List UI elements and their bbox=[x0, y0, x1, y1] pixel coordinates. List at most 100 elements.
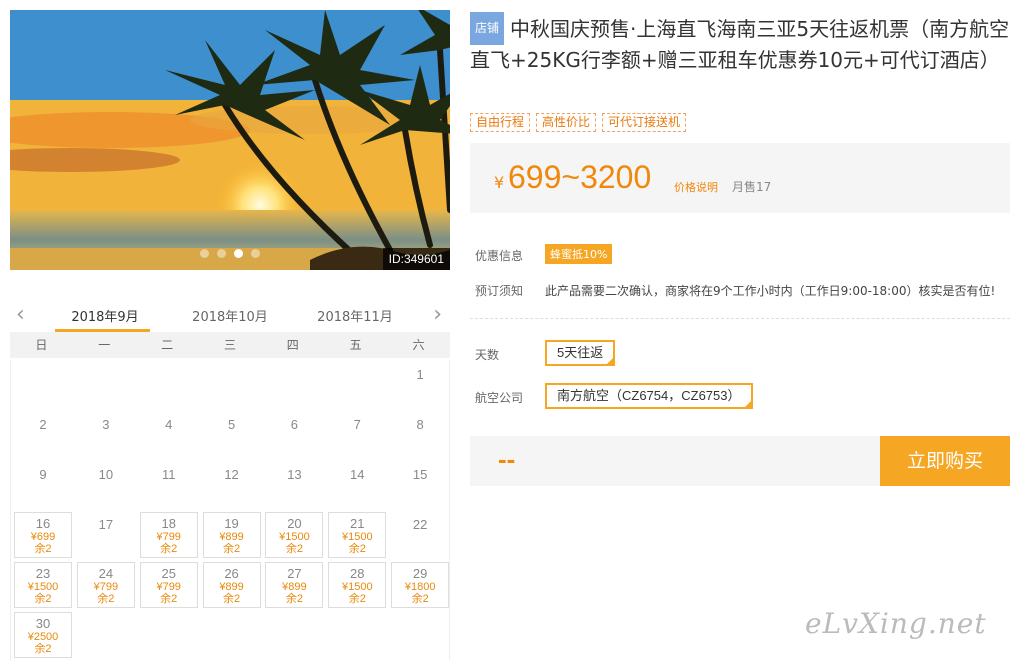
weekday-label: 五 bbox=[349, 338, 362, 352]
calendar-day: 2 bbox=[14, 412, 72, 458]
day-stock: 余2 bbox=[348, 543, 366, 555]
day-number: 13 bbox=[287, 467, 302, 482]
feature-tags: 自由行程 高性价比 可代订接送机 bbox=[470, 113, 687, 132]
calendar-month-nav: ‹ 2018年9月 2018年10月 2018年11月 › bbox=[10, 298, 450, 332]
weekday-label: 六 bbox=[412, 338, 425, 352]
notice-label: 预订须知 bbox=[475, 284, 524, 298]
sunset-palm-image bbox=[10, 10, 450, 270]
carousel-dot[interactable] bbox=[200, 249, 209, 258]
tab-month-nov[interactable]: 2018年11月 bbox=[310, 306, 400, 325]
day-stock: 余2 bbox=[348, 593, 366, 605]
day-stock: 余2 bbox=[34, 593, 52, 605]
calendar-day: 1 bbox=[391, 362, 449, 408]
calendar-day-available[interactable]: 30 ¥2500 余2 bbox=[14, 612, 72, 658]
weekday-label: 二 bbox=[161, 338, 174, 352]
day-number: 23 bbox=[35, 566, 51, 581]
day-price: ¥2500 bbox=[27, 631, 59, 643]
calendar-weekday-header: 日 一 二 三 四 五 六 bbox=[10, 332, 450, 358]
day-stock: 余2 bbox=[285, 543, 303, 555]
day-number: 11 bbox=[161, 467, 176, 482]
day-number: 26 bbox=[224, 566, 239, 581]
day-stock: 余2 bbox=[223, 593, 241, 605]
price-range: 699~3200 bbox=[508, 159, 652, 195]
days-option[interactable]: 5天往返 bbox=[545, 340, 616, 366]
day-price: ¥799 bbox=[156, 531, 181, 543]
calendar-day-available[interactable]: 24 ¥799 余2 bbox=[76, 562, 135, 608]
days-label: 天数 bbox=[475, 348, 500, 362]
day-number: 10 bbox=[98, 467, 114, 482]
carousel-dot[interactable] bbox=[217, 249, 226, 258]
price-explain-link[interactable]: 价格说明 bbox=[674, 179, 718, 195]
product-title-text: 中秋国庆预售·上海直飞海南三亚5天往返机票（南方航空直飞+25KG行李额+赠三亚… bbox=[470, 17, 1010, 72]
calendar-day: 5 bbox=[203, 412, 261, 458]
feature-tag: 可代订接送机 bbox=[602, 113, 687, 132]
product-photo[interactable]: ID:349601 bbox=[10, 10, 450, 270]
calendar-day-available[interactable]: 19 ¥899 余2 bbox=[202, 512, 261, 558]
calendar-day: 9 bbox=[14, 462, 72, 508]
feature-tag: 高性价比 bbox=[536, 113, 597, 132]
carousel-dot[interactable] bbox=[251, 249, 260, 258]
airline-option-label: 南方航空（CZ6754，CZ6753） bbox=[557, 388, 741, 403]
calendar-day-available[interactable]: 20 ¥1500 余2 bbox=[265, 512, 324, 558]
calendar-day: 13 bbox=[265, 462, 323, 508]
prev-month-icon[interactable]: ‹ bbox=[16, 302, 25, 327]
day-number: 4 bbox=[165, 417, 173, 432]
day-stock: 余2 bbox=[160, 543, 178, 555]
calendar-day-available[interactable]: 28 ¥1500 余2 bbox=[328, 562, 387, 608]
shop-tag[interactable]: 店铺 bbox=[470, 12, 505, 45]
selected-corner-icon bbox=[605, 356, 616, 366]
day-stock: 余2 bbox=[34, 543, 52, 555]
calendar-day: 7 bbox=[328, 412, 386, 458]
day-price: ¥1500 bbox=[279, 531, 310, 543]
day-number: 7 bbox=[353, 417, 361, 432]
notice-text: 此产品需要二次确认，商家将在9个工作小时内（工作日9:00-18:00）核实是否… bbox=[545, 284, 996, 298]
day-number: 21 bbox=[350, 516, 365, 531]
product-title: 店铺 中秋国庆预售·上海直飞海南三亚5天往返机票（南方航空直飞+25KG行李额+赠… bbox=[470, 12, 1010, 76]
carousel-dots[interactable] bbox=[200, 249, 260, 258]
calendar-day-available[interactable]: 16 ¥699 余2 bbox=[14, 512, 72, 558]
weekday-label: 日 bbox=[35, 338, 48, 352]
calendar-grid: 1 2 3 4 5 6 7 8 9 10 11 12 13 14 15 16 ¥699 余2 17 18 ¥799 余2 1… bbox=[10, 360, 450, 660]
calendar-day-available[interactable]: 18 ¥799 余2 bbox=[139, 512, 198, 558]
calendar-day: 6 bbox=[265, 412, 323, 458]
calendar-day-available[interactable]: 23 ¥1500 余2 bbox=[14, 562, 72, 608]
buy-now-button[interactable]: 立即购买 bbox=[880, 436, 1010, 486]
day-price: ¥1500 bbox=[341, 581, 373, 593]
calendar-day-available[interactable]: 25 ¥799 余2 bbox=[139, 562, 198, 608]
day-number: 27 bbox=[287, 566, 302, 581]
calendar-day-available[interactable]: 27 ¥899 余2 bbox=[265, 562, 324, 608]
promo-label: 优惠信息 bbox=[475, 249, 524, 263]
promo-row: 优惠信息 bbox=[475, 247, 545, 264]
day-number: 12 bbox=[224, 467, 239, 482]
calendar-day: 11 bbox=[140, 462, 198, 508]
day-price: ¥699 bbox=[30, 531, 56, 543]
carousel-dot-active[interactable] bbox=[234, 249, 243, 258]
weekday-label: 三 bbox=[223, 338, 236, 352]
day-stock: 余2 bbox=[160, 593, 178, 605]
tab-month-sep[interactable]: 2018年9月 bbox=[60, 306, 150, 325]
calendar-day-available[interactable]: 29 ¥1800 余2 bbox=[391, 562, 450, 608]
day-number: 2 bbox=[39, 417, 47, 432]
day-number: 17 bbox=[98, 517, 114, 532]
selected-corner-icon bbox=[742, 399, 753, 409]
calendar-day: 3 bbox=[77, 412, 135, 458]
day-stock: 余2 bbox=[223, 543, 241, 555]
calendar-day-available[interactable]: 26 ¥899 余2 bbox=[202, 562, 261, 608]
next-month-icon[interactable]: › bbox=[433, 302, 442, 327]
divider bbox=[470, 318, 1010, 319]
day-number: 20 bbox=[287, 516, 302, 531]
day-number: 8 bbox=[416, 417, 424, 432]
currency-symbol: ¥ bbox=[494, 173, 505, 192]
day-number: 28 bbox=[350, 566, 365, 581]
day-price: ¥1500 bbox=[341, 531, 373, 543]
airline-label: 航空公司 bbox=[475, 391, 524, 405]
calendar-day-available[interactable]: 21 ¥1500 余2 bbox=[328, 512, 387, 558]
airline-option[interactable]: 南方航空（CZ6754，CZ6753） bbox=[545, 383, 753, 409]
tab-month-oct[interactable]: 2018年10月 bbox=[185, 306, 275, 325]
day-price: ¥799 bbox=[93, 581, 119, 593]
day-number: 19 bbox=[224, 516, 239, 531]
day-number: 14 bbox=[350, 467, 365, 482]
calendar-day: 10 bbox=[77, 462, 135, 508]
day-number: 24 bbox=[98, 566, 114, 581]
total-price-placeholder: -- bbox=[498, 444, 516, 474]
